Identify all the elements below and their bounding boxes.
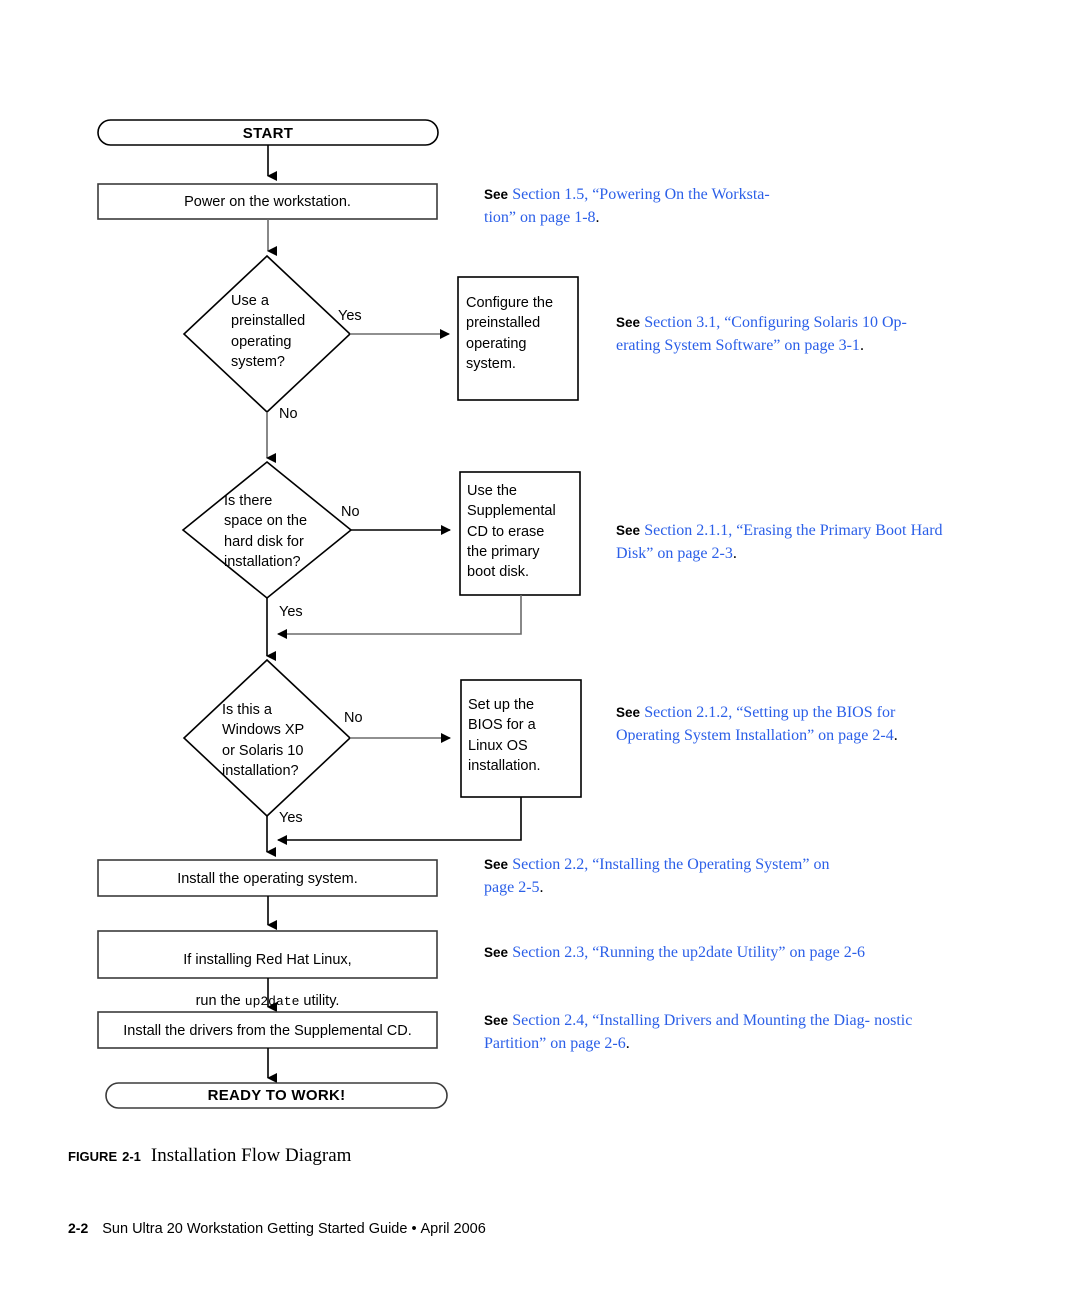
decision-space-label: Is there space on the hard disk for inst…: [224, 493, 308, 570]
connector-erase-loopback: [277, 595, 522, 639]
reference-configuring-solaris: See Section 3.1, “Configuring Solaris 10…: [616, 311, 946, 357]
reference-installing-drivers: See Section 2.4, “Installing Drivers and…: [484, 1009, 924, 1055]
reference-line-1: See Section 1.5, “Powering On the Workst…: [484, 183, 829, 206]
reference-link-5a[interactable]: Section 2.2, “Installing the Operating S…: [512, 856, 829, 873]
reference-period-2: .: [859, 337, 864, 354]
reference-line-1: See Section 2.1.1, “Erasing the Primary …: [616, 522, 906, 539]
reference-link-7a[interactable]: Section 2.4, “Installing Drivers and Mou…: [512, 1012, 870, 1029]
reference-installing-os: See Section 2.2, “Installing the Operati…: [484, 853, 919, 899]
reference-link-1b[interactable]: tion” on page 1-8: [484, 209, 596, 226]
reference-line-1: See Section 2.1.2, “Setting up the BIOS …: [616, 701, 938, 724]
reference-period-4: .: [893, 727, 898, 744]
see-label-6: See: [484, 945, 509, 960]
start-terminal-label: START: [242, 125, 294, 142]
figure-caption: FIGURE 2-1 Installation Flow Diagram: [68, 1145, 351, 1167]
figure-label: FIGURE: [68, 1149, 118, 1164]
see-label-7: See: [484, 1013, 509, 1028]
reference-period-3: .: [732, 545, 737, 562]
reference-period-5: .: [539, 879, 544, 896]
reference-link-6a[interactable]: Section 2.3, “Running the up2date Utilit…: [512, 944, 865, 961]
step-power-on-label: Power on the workstation.: [184, 194, 351, 210]
footer-guide-title: Sun Ultra 20 Workstation Getting Started…: [102, 1221, 408, 1237]
reference-up2date-utility: See Section 2.3, “Running the up2date Ut…: [484, 941, 944, 964]
step-install-drivers-label: Install the drivers from the Supplementa…: [123, 1023, 412, 1039]
reference-line-2: Operating System Installation” on page 2…: [616, 724, 938, 747]
reference-line-1: See Section 3.1, “Configuring Solaris 10…: [616, 314, 907, 331]
decision-os-type-no-label: No: [344, 710, 363, 726]
decision-preinstalled-yes-label: Yes: [338, 308, 362, 324]
decision-preinstalled-label: Use a preinstalled operating system?: [231, 293, 306, 370]
up2date-line-1: If installing Red Hat Linux,: [183, 952, 352, 969]
footer-separator-bullet: •: [411, 1221, 417, 1237]
action-setup-bios-label: Set up the BIOS for a Linux OS installat…: [468, 697, 541, 774]
reference-line-2: erating System Software” on page 3-1.: [616, 337, 864, 354]
reference-powering-on: See Section 1.5, “Powering On the Workst…: [484, 183, 829, 229]
reference-line-2: page 2-5.: [484, 876, 919, 899]
reference-link-4b[interactable]: Operating System Installation” on page 2…: [616, 727, 894, 744]
figure-number: 2-1: [122, 1149, 141, 1164]
document-page: START Power on the workstation. Use a pr…: [0, 0, 1080, 1296]
decision-preinstalled-no-label: No: [279, 406, 298, 422]
reference-link-2a[interactable]: Section 3.1, “Configuring Solaris 10 Op-: [644, 314, 907, 331]
reference-line-2: tion” on page 1-8.: [484, 206, 829, 229]
decision-space-no-label: No: [341, 504, 360, 520]
decision-os-type-label: Is this a Windows XP or Solaris 10 insta…: [222, 702, 305, 779]
figure-title: Installation Flow Diagram: [150, 1145, 352, 1166]
reference-period-7: .: [625, 1035, 630, 1052]
footer-page-number: 2-2: [68, 1220, 89, 1236]
reference-link-3a[interactable]: Section 2.1.1, “Erasing the Primary Boot: [644, 522, 906, 539]
see-label-2: See: [616, 315, 641, 330]
reference-erasing-boot-disk: See Section 2.1.1, “Erasing the Primary …: [616, 519, 951, 565]
see-label-1: See: [484, 187, 509, 202]
up2date-line-2-suffix: utility.: [299, 992, 340, 1009]
reference-line-1: See Section 2.3, “Running the up2date Ut…: [484, 944, 865, 961]
see-label-3: See: [616, 523, 641, 538]
reference-setting-up-bios: See Section 2.1.2, “Setting up the BIOS …: [616, 701, 938, 747]
page-footer: 2-2 Sun Ultra 20 Workstation Getting Star…: [68, 1220, 486, 1238]
connector-bios-loopback: [277, 797, 522, 845]
reference-link-2b[interactable]: erating System Software” on page 3-1: [616, 337, 860, 354]
up2date-command: up2date: [244, 993, 300, 1009]
reference-link-1a[interactable]: Section 1.5, “Powering On the Worksta-: [512, 186, 769, 203]
decision-space-yes-label: Yes: [279, 604, 303, 620]
see-label-4: See: [616, 705, 641, 720]
reference-line-1: See Section 2.4, “Installing Drivers and…: [484, 1012, 870, 1029]
up2date-line-2-prefix: run the: [195, 992, 245, 1009]
see-label-5: See: [484, 857, 509, 872]
step-install-os-label: Install the operating system.: [177, 871, 358, 887]
end-terminal-label: READY TO WORK!: [207, 1087, 346, 1104]
reference-link-4a[interactable]: Section 2.1.2, “Setting up the BIOS for: [644, 704, 895, 721]
reference-line-1: See Section 2.2, “Installing the Operati…: [484, 853, 919, 876]
reference-link-5b[interactable]: page 2-5: [484, 879, 540, 896]
step-up2date-label: If installing Red Hat Linux, run the up2…: [98, 930, 437, 1012]
action-configure-label: Configure the preinstalled operating sys…: [466, 295, 554, 372]
reference-period-1: .: [595, 209, 600, 226]
decision-os-type-yes-label: Yes: [279, 810, 303, 826]
footer-date: April 2006: [420, 1221, 486, 1237]
action-erase-disk-label: Use the Supplemental CD to erase the pri…: [467, 483, 556, 581]
